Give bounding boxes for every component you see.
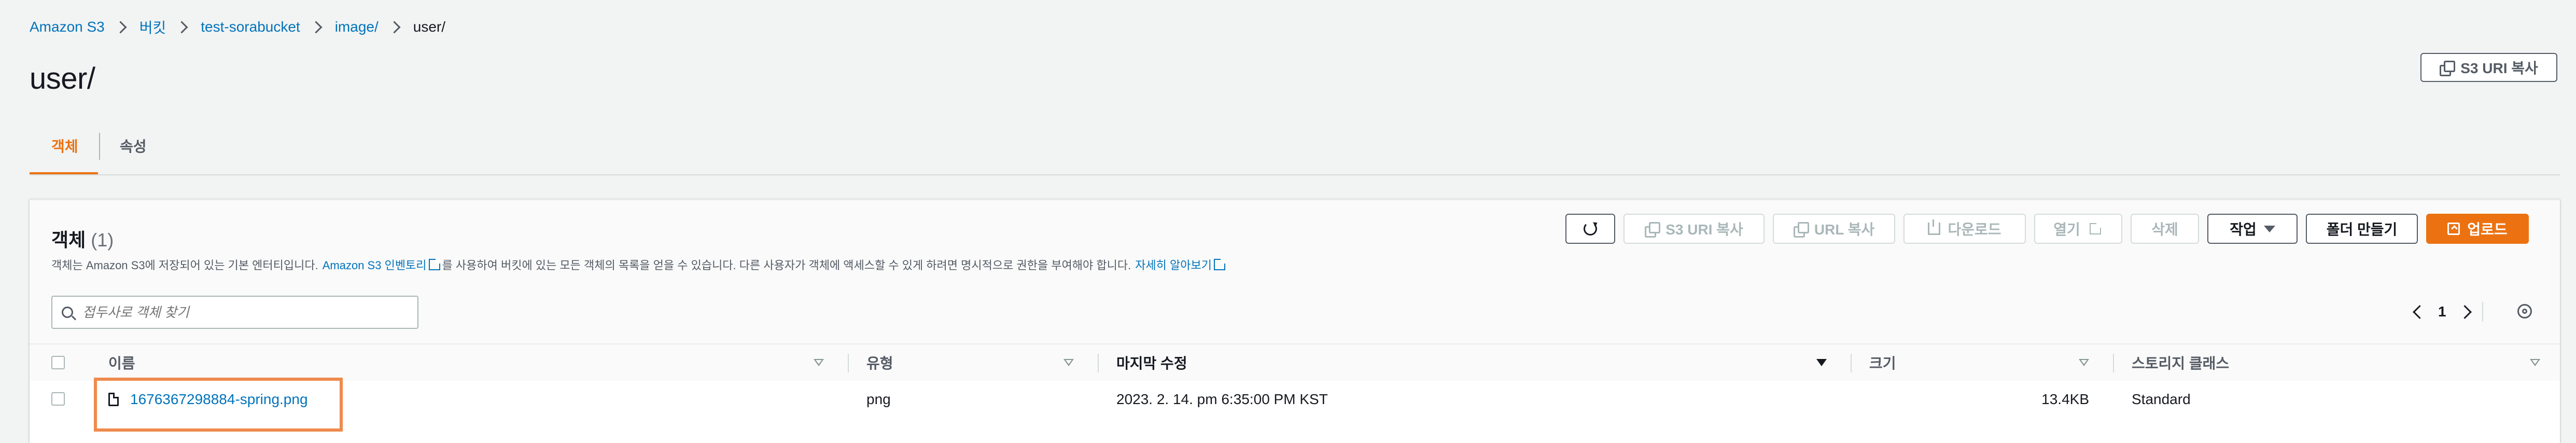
copy-url-button[interactable]: URL 복사 <box>1773 214 1895 244</box>
tab-divider <box>99 133 100 160</box>
chevron-right-icon[interactable] <box>2457 304 2472 319</box>
breadcrumb: Amazon S3 버킷 test-sorabucket image/ user… <box>30 17 445 37</box>
chevron-right-icon <box>175 20 188 34</box>
pagination: 1 <box>2413 299 2472 325</box>
column-size[interactable]: 크기 <box>1869 344 1896 381</box>
column-type[interactable]: 유형 <box>866 344 893 381</box>
create-folder-button[interactable]: 폴더 만들기 <box>2306 214 2418 244</box>
upload-icon <box>2447 223 2460 235</box>
download-icon <box>1928 219 1941 235</box>
learn-more-link[interactable]: 자세히 알아보기 <box>1135 256 1212 273</box>
table-header: 이름 유형 마지막 수정 크기 스토리지 클래스 <box>30 343 2560 382</box>
upload-button[interactable]: 업로드 <box>2426 214 2529 244</box>
caret-down-icon <box>2263 225 2275 232</box>
tabs: 객체 속성 <box>30 118 2560 175</box>
open-button[interactable]: 열기 <box>2034 214 2122 244</box>
column-separator[interactable] <box>2113 354 2114 372</box>
download-button[interactable]: 다운로드 <box>1903 214 2026 244</box>
sort-descending-icon[interactable] <box>1816 359 1827 366</box>
search-input[interactable] <box>81 303 395 321</box>
column-name[interactable]: 이름 <box>108 344 135 381</box>
sort-icon[interactable] <box>2079 359 2089 366</box>
tab-objects[interactable]: 객체 <box>51 118 78 173</box>
panel-description: 객체는 Amazon S3에 저장되어 있는 기본 엔터티입니다. Amazon… <box>51 256 1227 273</box>
sort-icon[interactable] <box>2530 359 2540 366</box>
column-separator[interactable] <box>1851 354 1852 372</box>
delete-button[interactable]: 삭제 <box>2131 214 2199 244</box>
settings-gear-icon[interactable] <box>2517 304 2532 319</box>
column-separator[interactable] <box>1098 354 1099 372</box>
chevron-left-icon[interactable] <box>2413 304 2427 319</box>
cell-storage-class: Standard <box>2132 391 2191 407</box>
column-storage-class[interactable]: 스토리지 클래스 <box>2132 344 2229 381</box>
chevron-right-icon <box>114 20 127 34</box>
cell-type: png <box>866 391 891 407</box>
chevron-right-icon <box>388 20 401 34</box>
tab-properties[interactable]: 속성 <box>120 118 147 173</box>
search-box <box>51 296 418 329</box>
actions-dropdown[interactable]: 작업 <box>2207 214 2298 244</box>
page-number[interactable]: 1 <box>2438 303 2446 320</box>
highlight-box <box>94 378 343 432</box>
column-last-modified[interactable]: 마지막 수정 <box>1116 344 1187 381</box>
sort-icon[interactable] <box>814 359 824 366</box>
refresh-icon <box>1584 222 1597 236</box>
search-icon <box>62 307 73 318</box>
objects-panel: 객체 (1) 객체는 Amazon S3에 저장되어 있는 기본 엔터티입니다.… <box>30 199 2560 443</box>
row-checkbox[interactable] <box>51 392 65 406</box>
breadcrumb-current: user/ <box>413 19 445 35</box>
breadcrumb-amazon-s3[interactable]: Amazon S3 <box>30 19 105 35</box>
external-link-icon <box>428 259 440 270</box>
external-link-icon <box>1213 259 1225 270</box>
object-count: (1) <box>91 229 114 251</box>
inventory-link[interactable]: Amazon S3 인벤토리 <box>323 256 427 273</box>
breadcrumb-image-folder[interactable]: image/ <box>335 19 379 35</box>
cell-size: 13.4KB <box>2041 391 2089 407</box>
breadcrumb-bucket[interactable]: test-sorabucket <box>201 19 300 35</box>
tabs-divider <box>30 174 2560 175</box>
copy-icon <box>1645 222 1661 238</box>
column-separator[interactable] <box>848 354 849 372</box>
copy-s3-uri-button[interactable]: S3 URI 복사 <box>1623 214 1765 244</box>
table-row: 1676367298884-spring.png png 2023. 2. 14… <box>30 381 2560 418</box>
panel-title: 객체 (1) <box>51 229 114 251</box>
breadcrumb-buckets[interactable]: 버킷 <box>139 17 166 37</box>
cell-last-modified: 2023. 2. 14. pm 6:35:00 PM KST <box>1116 391 1328 407</box>
copy-icon <box>2440 61 2456 76</box>
chevron-right-icon <box>310 20 323 34</box>
select-all-checkbox[interactable] <box>51 356 65 369</box>
sort-icon[interactable] <box>1063 359 1074 366</box>
page-title: user/ <box>30 62 95 95</box>
external-link-icon <box>2089 223 2101 234</box>
copy-icon <box>1793 222 1809 238</box>
refresh-button[interactable] <box>1565 214 1615 244</box>
pager-divider <box>2482 302 2483 322</box>
copy-s3-uri-header-button[interactable]: S3 URI 복사 <box>2420 53 2557 82</box>
panel-header: 객체 (1) 객체는 Amazon S3에 저장되어 있는 기본 엔터티입니다.… <box>30 200 2560 343</box>
